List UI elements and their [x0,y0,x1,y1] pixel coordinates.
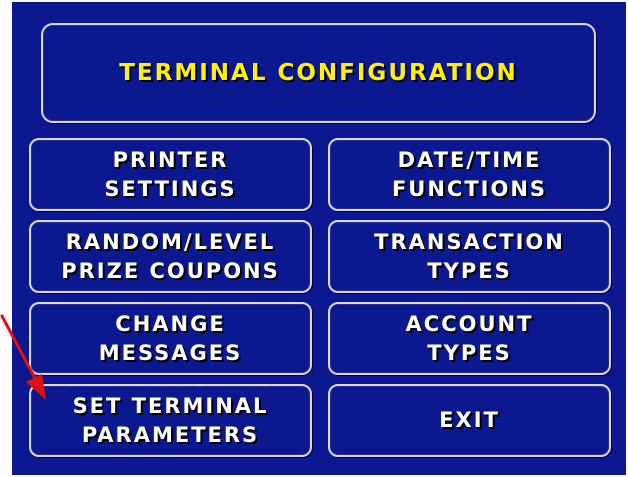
page-title: TERMINAL CONFIGURATION [119,60,518,86]
atm-screen: TERMINAL CONFIGURATION PRINTER SETTINGS … [12,2,626,475]
date-time-functions-button[interactable]: DATE/TIME FUNCTIONS [328,138,611,211]
change-messages-button[interactable]: CHANGE MESSAGES [29,302,312,375]
random-level-prize-coupons-button[interactable]: RANDOM/LEVEL PRIZE COUPONS [29,220,312,293]
printer-settings-button[interactable]: PRINTER SETTINGS [29,138,312,211]
button-label-line: TYPES [427,340,512,365]
set-terminal-parameters-button[interactable]: SET TERMINAL PARAMETERS [29,384,312,457]
exit-button[interactable]: EXIT [328,384,611,457]
button-label-line: RANDOM/LEVEL [65,229,276,254]
title-panel: TERMINAL CONFIGURATION [41,23,596,123]
button-label-line: SETTINGS [104,176,237,201]
button-label-line: MESSAGES [98,340,243,365]
account-types-button[interactable]: ACCOUNT TYPES [328,302,611,375]
button-label-line: CHANGE [115,311,226,336]
button-label-line: PRIZE COUPONS [61,258,280,283]
button-label-line: ACCOUNT [405,311,534,336]
transaction-types-button[interactable]: TRANSACTION TYPES [328,220,611,293]
button-label-line: PARAMETERS [81,422,260,447]
button-label-line: FUNCTIONS [391,176,548,201]
button-label-line: TRANSACTION [374,229,565,254]
button-label-line: TYPES [427,258,512,283]
button-label-line: DATE/TIME [397,147,542,172]
button-label-line: PRINTER [112,147,229,172]
button-label-line: SET TERMINAL [72,393,269,418]
button-label-line: EXIT [439,408,500,432]
